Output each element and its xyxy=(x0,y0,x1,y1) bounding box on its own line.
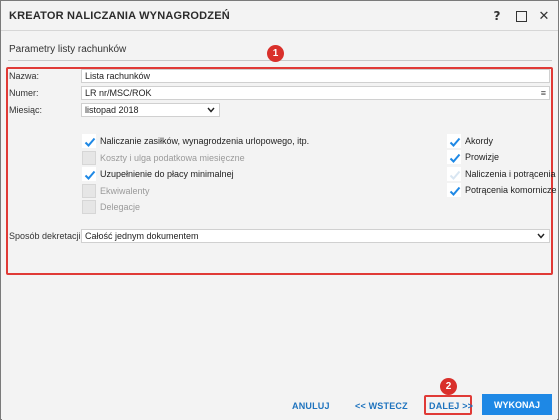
window-title: KREATOR NALICZANIA WYNAGRODZEŃ xyxy=(9,10,230,22)
option-charges-deductions[interactable]: Naliczenia i potrącenia xyxy=(447,167,556,181)
checkbox[interactable] xyxy=(82,184,96,198)
callout-badge-1: 1 xyxy=(267,45,284,62)
chevron-down-icon xyxy=(207,107,215,113)
checkbox[interactable] xyxy=(447,150,461,164)
checkbox[interactable] xyxy=(447,134,461,148)
option-label: Delegacje xyxy=(100,202,141,212)
menu-icon[interactable]: ≡ xyxy=(541,87,546,99)
month-label: Miesiąc: xyxy=(9,105,43,115)
checkbox[interactable] xyxy=(447,183,461,197)
option-sick-leave[interactable]: Naliczanie zasiłków, wynagrodzenia urlop… xyxy=(82,134,309,148)
month-select[interactable]: listopad 2018 xyxy=(81,103,220,117)
option-label: Naliczenia i potrącenia xyxy=(465,169,556,179)
checkbox[interactable] xyxy=(447,167,461,181)
check-icon xyxy=(449,153,461,163)
wizard-footer: ANULUJ << WSTECZ DALEJ >> 2 WYKONAJ xyxy=(2,378,557,420)
maximize-button[interactable] xyxy=(512,7,530,25)
option-label: Naliczanie zasiłków, wynagrodzenia urlop… xyxy=(100,136,310,146)
callout-badge-2: 2 xyxy=(440,378,457,395)
check-icon xyxy=(449,170,461,180)
name-label: Nazwa: xyxy=(9,71,40,81)
option-label: Prowizje xyxy=(465,152,500,162)
check-icon xyxy=(449,137,461,147)
check-icon xyxy=(84,137,96,147)
execute-button[interactable]: WYKONAJ xyxy=(482,394,552,415)
next-button[interactable]: DALEJ >> xyxy=(429,401,473,411)
option-label: Akordy xyxy=(465,136,494,146)
title-bar: KREATOR NALICZANIA WYNAGRODZEŃ ? ✕ xyxy=(1,1,558,31)
option-bailiff-deductions[interactable]: Potrącenia komornicze xyxy=(447,183,557,197)
name-field[interactable]: Lista rachunków xyxy=(81,69,550,83)
wizard-window: KREATOR NALICZANIA WYNAGRODZEŃ ? ✕ Param… xyxy=(0,0,559,420)
option-delegations[interactable]: Delegacje xyxy=(82,200,140,214)
option-label: Ekwiwalenty xyxy=(100,186,150,196)
checkbox[interactable] xyxy=(82,167,96,181)
checkbox[interactable] xyxy=(82,134,96,148)
check-icon xyxy=(449,186,461,196)
option-equivalents[interactable]: Ekwiwalenty xyxy=(82,184,150,198)
number-label: Numer: xyxy=(9,88,39,98)
option-tax-costs[interactable]: Koszty i ulga podatkowa miesięczne xyxy=(82,151,245,165)
name-value: Lista rachunków xyxy=(85,71,151,81)
option-label: Potrącenia komornicze xyxy=(465,185,557,195)
posting-method-label: Sposób dekretacji: xyxy=(9,231,84,241)
cancel-button[interactable]: ANULUJ xyxy=(292,401,330,411)
month-value: listopad 2018 xyxy=(85,105,139,115)
maximize-icon xyxy=(515,10,527,22)
checkbox[interactable] xyxy=(82,200,96,214)
checkbox[interactable] xyxy=(82,151,96,165)
option-label: Uzupełnienie do płacy minimalnej xyxy=(100,169,234,179)
option-label: Koszty i ulga podatkowa miesięczne xyxy=(100,153,245,163)
number-value: LR nr/MSC/ROK xyxy=(85,88,152,98)
section-title: Parametry listy rachunków xyxy=(9,44,127,55)
posting-method-select[interactable]: Całość jednym dokumentem xyxy=(81,229,550,243)
option-commissions[interactable]: Prowizje xyxy=(447,150,499,164)
check-icon xyxy=(84,170,96,180)
posting-method-value: Całość jednym dokumentem xyxy=(85,231,199,241)
option-minimum-wage[interactable]: Uzupełnienie do płacy minimalnej xyxy=(82,167,234,181)
wizard-content: Parametry listy rachunków 1 Nazwa: Lista… xyxy=(2,32,557,387)
close-button[interactable]: ✕ xyxy=(535,7,553,25)
number-field[interactable]: LR nr/MSC/ROK ≡ xyxy=(81,86,550,100)
back-button[interactable]: << WSTECZ xyxy=(355,401,408,411)
option-piecework[interactable]: Akordy xyxy=(447,134,493,148)
chevron-down-icon xyxy=(537,233,545,239)
help-button[interactable]: ? xyxy=(488,7,506,25)
